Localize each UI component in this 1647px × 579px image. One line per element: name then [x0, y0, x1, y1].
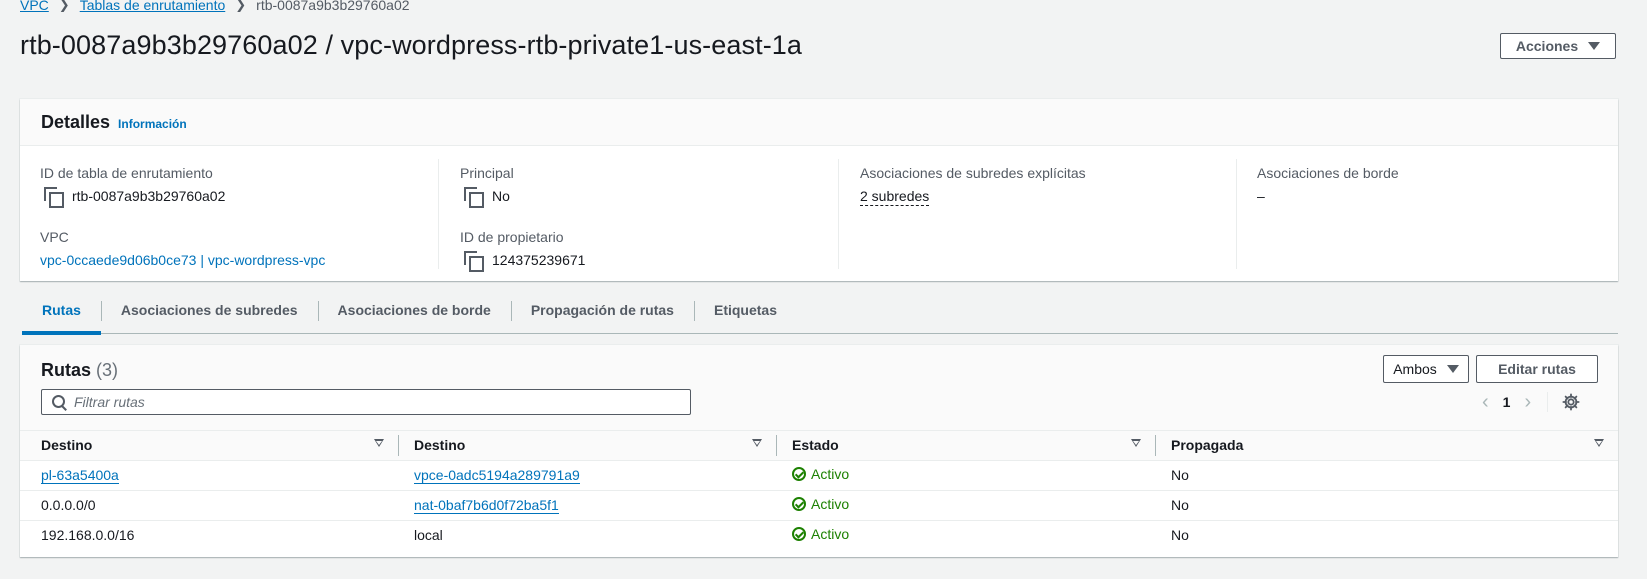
details-title: Detalles [41, 111, 111, 132]
subnet-associations-value: 2 subredes [860, 185, 1236, 207]
check-circle-icon [792, 527, 806, 542]
actions-label: Acciones [1515, 38, 1579, 54]
status-badge: Activo [792, 466, 849, 482]
tab-route-propagation[interactable]: Propagación de rutas [510, 286, 694, 334]
edit-routes-button[interactable]: Editar rutas [1476, 355, 1598, 383]
routes-count: (3) [96, 360, 119, 380]
chevron-right-icon[interactable]: › [1524, 392, 1531, 412]
table-row: 192.168.0.0/16 local Activo No [20, 520, 1618, 550]
check-circle-icon [792, 497, 806, 511]
actions-dropdown-button[interactable]: Acciones [1500, 33, 1616, 59]
pagination: ‹ 1 › [1482, 392, 1580, 412]
target-link[interactable]: nat-0baf7b6d0f72ba5f1 [414, 497, 559, 514]
details-column-4: Asociaciones de borde – [1236, 159, 1606, 269]
status-badge: Activo [792, 526, 849, 542]
edge-associations-value: – [1257, 188, 1265, 204]
check-circle-icon [792, 467, 806, 481]
search-icon [52, 395, 66, 409]
main-label: Principal [460, 165, 514, 181]
column-header-target[interactable]: Destino [398, 431, 776, 461]
tab-edge-associations[interactable]: Asociaciones de borde [317, 286, 511, 334]
caret-down-icon [1446, 365, 1459, 373]
route-filter-dropdown[interactable]: Ambos [1383, 355, 1469, 383]
subnet-associations-label: Asociaciones de subredes explícitas [860, 165, 1086, 181]
routes-header: Rutas (3) Ambos Editar rutas ‹ 1 › [20, 345, 1618, 431]
copy-icon[interactable] [464, 251, 484, 272]
copy-icon[interactable] [44, 187, 64, 208]
breadcrumb-route-tables-link[interactable]: Tablas de enrutamiento [80, 0, 226, 13]
destination-cell: 0.0.0.0/0 [20, 490, 398, 521]
column-header-destination[interactable]: Destino [20, 431, 398, 461]
filter-routes-field[interactable] [41, 389, 691, 415]
info-link[interactable]: Información [118, 117, 187, 131]
target-link[interactable]: vpce-0adc5194a289791a9 [414, 467, 580, 484]
chevron-right-icon: ❯ [58, 0, 70, 12]
owner-id-label: ID de propietario [460, 229, 564, 245]
tab-routes[interactable]: Rutas [22, 286, 101, 335]
caret-down-icon [1588, 42, 1601, 50]
route-filter-label: Ambos [1393, 361, 1437, 377]
details-panel: Detalles Información ID de tabla de enru… [20, 99, 1618, 281]
chevron-left-icon[interactable]: ‹ [1482, 392, 1489, 412]
propagated-cell: No [1171, 527, 1189, 544]
page-number[interactable]: 1 [1503, 394, 1511, 410]
breadcrumb-current: rtb-0087a9b3b29760a02 [256, 0, 410, 13]
vpc-label: VPC [40, 229, 69, 245]
routes-panel: Rutas (3) Ambos Editar rutas ‹ 1 › [20, 345, 1618, 557]
main-text: No [492, 188, 510, 204]
tab-tags[interactable]: Etiquetas [693, 286, 797, 334]
column-header-status[interactable]: Estado [776, 431, 1155, 461]
target-cell: local [414, 527, 443, 544]
destination-cell: 192.168.0.0/16 [41, 527, 135, 544]
route-table-id-label: ID de tabla de enrutamiento [40, 165, 213, 181]
sort-icon[interactable] [1131, 439, 1141, 447]
chevron-right-icon: ❯ [235, 0, 247, 12]
propagated-cell: No [1155, 490, 1618, 521]
tab-bar: Rutas Asociaciones de subredes Asociacio… [22, 286, 1618, 335]
details-column-3: Asociaciones de subredes explícitas 2 su… [838, 159, 1236, 269]
sort-icon[interactable] [374, 439, 384, 447]
propagated-cell: No [1155, 460, 1618, 491]
routes-table: Destino Destino Estado Propagada pl-63a5… [20, 431, 1618, 550]
filter-routes-input[interactable] [74, 394, 674, 410]
vpc-value: vpc-0ccaede9d06b0ce73 | vpc-wordpress-vp… [40, 249, 438, 271]
routes-title: Rutas (3) [41, 360, 118, 381]
page-title: rtb-0087a9b3b29760a02 / vpc-wordpress-rt… [20, 30, 803, 60]
sort-icon[interactable] [1594, 439, 1604, 447]
details-column-2: Principal No ID de propietario 124375239… [438, 159, 836, 272]
destination-link[interactable]: pl-63a5400a [41, 467, 119, 484]
table-row: pl-63a5400a vpce-0adc5194a289791a9 Activ… [20, 460, 1618, 491]
status-badge: Activo [792, 496, 849, 512]
route-table-id-text: rtb-0087a9b3b29760a02 [72, 188, 226, 204]
sort-icon[interactable] [752, 439, 762, 447]
breadcrumb-vpc-link[interactable]: VPC [20, 0, 49, 13]
main-value: No [460, 185, 836, 208]
owner-id-text: 124375239671 [492, 252, 586, 268]
gear-icon[interactable] [1562, 393, 1580, 411]
breadcrumb: VPC ❯ Tablas de enrutamiento ❯ rtb-0087a… [20, 0, 410, 13]
table-header-row: Destino Destino Estado Propagada [20, 431, 1618, 461]
owner-id-value: 124375239671 [460, 249, 836, 272]
edge-associations-label: Asociaciones de borde [1257, 165, 1399, 181]
tab-subnet-associations[interactable]: Asociaciones de subredes [100, 286, 318, 334]
copy-icon[interactable] [464, 187, 484, 208]
subnet-associations-popover[interactable]: 2 subredes [860, 187, 930, 206]
table-row: 0.0.0.0/0 nat-0baf7b6d0f72ba5f1 Activo N… [20, 490, 1618, 521]
column-header-propagated[interactable]: Propagada [1155, 431, 1618, 461]
vpc-link[interactable]: vpc-0ccaede9d06b0ce73 | vpc-wordpress-vp… [40, 249, 325, 271]
routes-title-text: Rutas [41, 360, 92, 380]
details-header: Detalles Información [20, 99, 1618, 146]
details-column-1: ID de tabla de enrutamiento rtb-0087a9b3… [40, 159, 438, 269]
route-table-id-value: rtb-0087a9b3b29760a02 [40, 185, 438, 208]
